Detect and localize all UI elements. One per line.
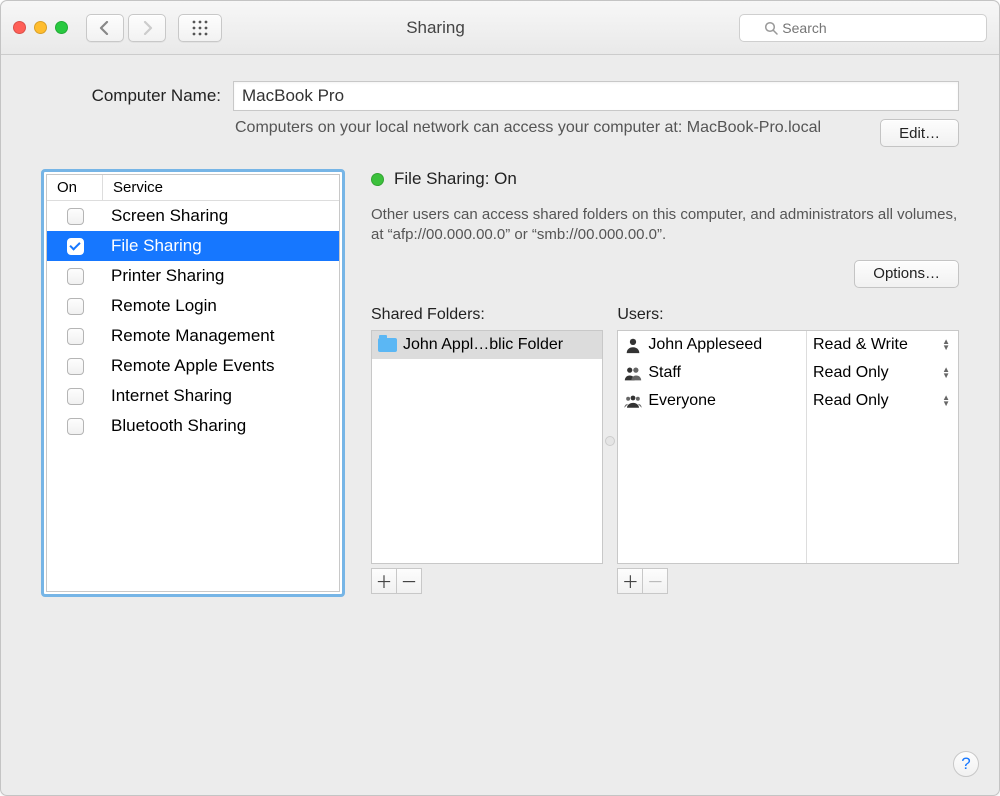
service-checkbox[interactable] [67, 238, 84, 255]
help-button[interactable]: ? [953, 751, 979, 777]
stepper-icon[interactable]: ▲▼ [942, 367, 950, 379]
users-pair-icon [624, 364, 642, 382]
service-row[interactable]: File Sharing [47, 231, 339, 261]
user-row[interactable]: Everyone [618, 387, 806, 415]
service-name: Remote Apple Events [103, 356, 339, 376]
user-name: Everyone [648, 392, 716, 410]
search-field[interactable] [739, 14, 987, 42]
user-name: John Appleseed [648, 336, 762, 354]
folder-icon [378, 338, 397, 352]
computer-name-label: Computer Name: [41, 86, 221, 106]
window-minimize-button[interactable] [34, 21, 47, 34]
status-title: File Sharing: On [394, 169, 517, 189]
service-name: Remote Management [103, 326, 339, 346]
user-row[interactable]: John Appleseed [618, 331, 806, 359]
status-description: Other users can access shared folders on… [371, 205, 959, 246]
search-icon [764, 21, 778, 35]
user-name: Staff [648, 364, 681, 382]
services-column-on: On [47, 175, 103, 200]
service-name: Printer Sharing [103, 266, 339, 286]
stepper-icon[interactable]: ▲▼ [942, 339, 950, 351]
remove-folder-button[interactable]: － [396, 568, 422, 594]
stepper-icon[interactable]: ▲▼ [942, 395, 950, 407]
service-checkbox[interactable] [67, 208, 84, 225]
service-row[interactable]: Printer Sharing [47, 261, 339, 291]
computer-name-input[interactable] [233, 81, 959, 111]
status-indicator-icon [371, 173, 384, 186]
user-permission-row[interactable]: Read Only ▲▼ [807, 359, 958, 387]
user-icon [624, 336, 642, 354]
window-close-button[interactable] [13, 21, 26, 34]
window-title: Sharing [132, 18, 739, 38]
service-checkbox[interactable] [67, 358, 84, 375]
shared-folder-row[interactable]: John Appl…blic Folder [372, 331, 602, 359]
service-name: Internet Sharing [103, 386, 339, 406]
add-folder-button[interactable]: ＋ [371, 568, 397, 594]
shared-folders-list[interactable]: John Appl…blic Folder [371, 330, 603, 564]
back-button[interactable] [86, 14, 124, 42]
service-row[interactable]: Screen Sharing [47, 201, 339, 231]
service-row[interactable]: Internet Sharing [47, 381, 339, 411]
service-name: Screen Sharing [103, 206, 339, 226]
service-checkbox[interactable] [67, 328, 84, 345]
user-permission-label: Read & Write [813, 336, 908, 354]
computer-name-help-text: Computers on your local network can acce… [235, 119, 880, 147]
service-checkbox[interactable] [67, 298, 84, 315]
services-list: On Service Screen Sharing File Sharing Pri… [41, 169, 345, 597]
service-name: File Sharing [103, 236, 339, 256]
user-permission-row[interactable]: Read Only ▲▼ [807, 387, 958, 415]
options-button[interactable]: Options… [854, 260, 959, 288]
edit-button[interactable]: Edit… [880, 119, 959, 147]
service-checkbox[interactable] [67, 268, 84, 285]
services-column-service: Service [103, 175, 339, 200]
service-name: Bluetooth Sharing [103, 416, 339, 436]
pane-resize-handle[interactable] [605, 436, 615, 446]
shared-folders-label: Shared Folders: [371, 306, 603, 324]
shared-folder-name: John Appl…blic Folder [403, 336, 563, 354]
user-permission-row[interactable]: Read & Write ▲▼ [807, 331, 958, 359]
users-label: Users: [617, 306, 959, 324]
window-zoom-button[interactable] [55, 21, 68, 34]
users-list[interactable]: John Appleseed Staff Everyone Read & Write… [617, 330, 959, 564]
service-checkbox[interactable] [67, 418, 84, 435]
user-permission-label: Read Only [813, 364, 889, 382]
service-checkbox[interactable] [67, 388, 84, 405]
user-permission-label: Read Only [813, 392, 889, 410]
service-row[interactable]: Bluetooth Sharing [47, 411, 339, 441]
service-row[interactable]: Remote Apple Events [47, 351, 339, 381]
chevron-left-icon [99, 21, 111, 35]
service-row[interactable]: Remote Login [47, 291, 339, 321]
service-name: Remote Login [103, 296, 339, 316]
search-input[interactable] [782, 20, 961, 36]
add-user-button[interactable]: ＋ [617, 568, 643, 594]
users-group-icon [624, 392, 642, 410]
remove-user-button[interactable]: － [642, 568, 668, 594]
user-row[interactable]: Staff [618, 359, 806, 387]
service-row[interactable]: Remote Management [47, 321, 339, 351]
